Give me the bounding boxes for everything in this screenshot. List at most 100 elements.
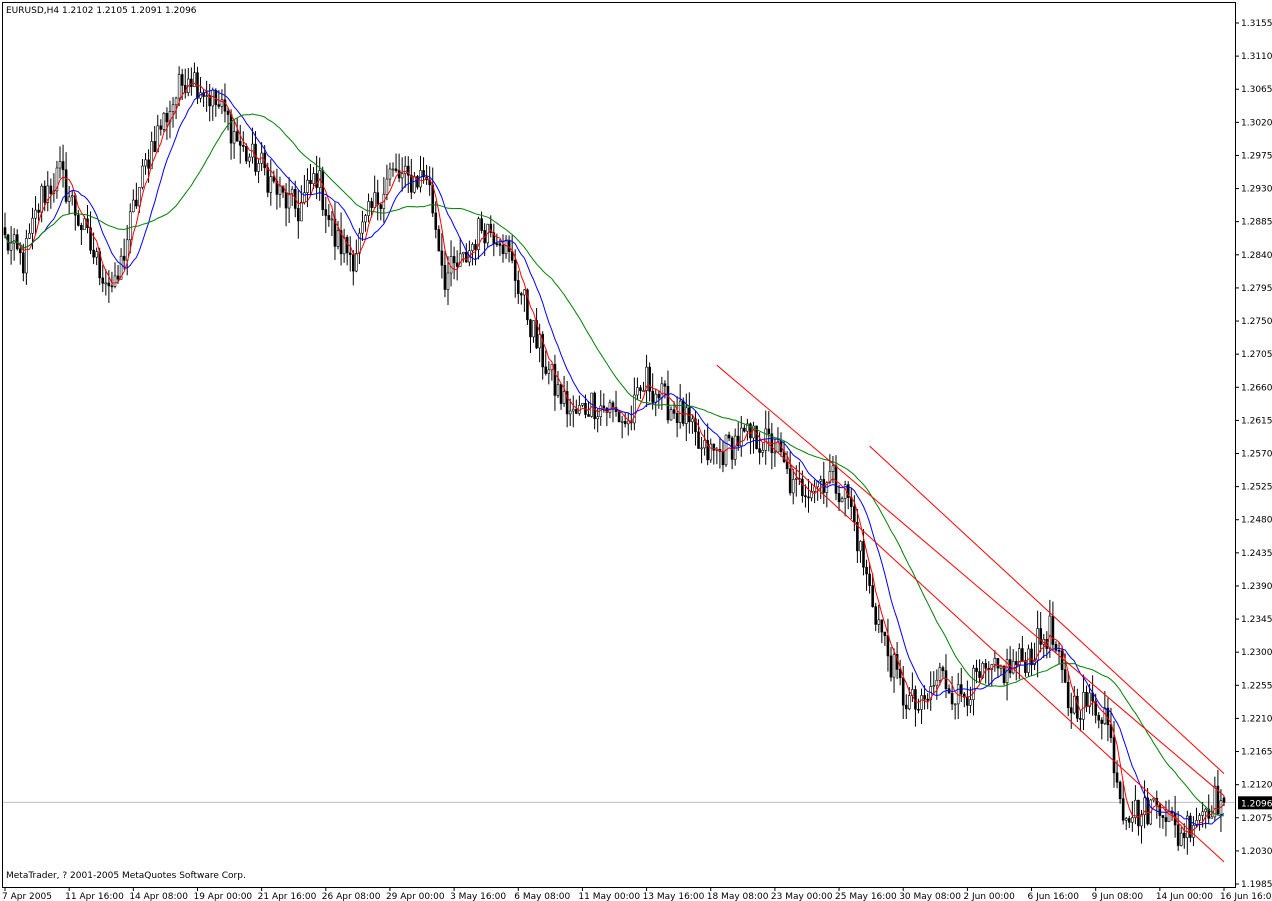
candle-body — [1210, 816, 1214, 819]
price-axis: 1.3155 1.3110 1.3065 1.3020 1.2975 1.2930 1.28… — [1235, 19, 1272, 890]
candle-body — [410, 174, 413, 193]
candle-body — [1100, 719, 1104, 724]
candle-body — [348, 252, 352, 255]
current-price-label: 1.2096 — [1238, 796, 1272, 810]
y-tick-label: 1.2210 — [1241, 714, 1272, 724]
y-tick-label: 1.2795 — [1241, 284, 1272, 294]
x-tick-label: 26 Apr 08:00 — [322, 892, 381, 901]
candle-body — [932, 685, 936, 687]
candle-body — [67, 196, 71, 202]
candle-body — [474, 244, 477, 250]
chart-window[interactable]: 1.3155 1.3110 1.3065 1.3020 1.2975 1.2930 1.28… — [0, 0, 1272, 901]
candle-body — [623, 421, 627, 425]
candle-body — [25, 238, 28, 274]
candle-body — [602, 405, 606, 409]
candle-body — [135, 199, 138, 207]
candle-body — [107, 282, 111, 287]
candle-body — [1201, 811, 1204, 816]
candle-body — [37, 209, 40, 213]
candle-body — [1176, 824, 1180, 846]
y-tick-label: 1.2120 — [1241, 781, 1272, 791]
y-tick-label: 1.2570 — [1241, 450, 1272, 460]
candle-body — [1198, 815, 1201, 821]
candle-body — [972, 667, 975, 701]
candle-body — [300, 201, 303, 222]
candle-body — [1066, 681, 1070, 708]
copyright-label: MetaTrader, ? 2001-2005 MetaQuotes Softw… — [6, 871, 246, 881]
candle-body — [379, 204, 383, 209]
candle — [437, 225, 441, 252]
candle-body — [40, 185, 43, 213]
candle-body — [205, 95, 208, 97]
candle-body — [1124, 818, 1128, 821]
candle-body — [709, 443, 713, 461]
candle-body — [859, 541, 862, 552]
candle-body — [626, 420, 630, 425]
x-tick-label: 9 Jun 08:00 — [1092, 892, 1144, 901]
y-tick-label: 1.2300 — [1241, 648, 1272, 658]
candle-body — [562, 391, 566, 404]
candle-body — [1085, 692, 1088, 707]
candle-body — [516, 280, 520, 294]
candle-body — [865, 566, 868, 575]
x-tick-label: 21 Apr 16:00 — [258, 892, 317, 901]
candle-body — [361, 221, 364, 234]
candle-body — [385, 178, 389, 195]
candle-body — [1063, 669, 1067, 683]
candle-body — [193, 72, 196, 87]
candle-body — [3, 227, 7, 236]
y-tick-label: 1.3065 — [1241, 85, 1272, 95]
candle-body — [678, 400, 682, 423]
candle-body — [697, 431, 700, 449]
candle-body — [248, 156, 251, 162]
candle-body — [171, 104, 175, 112]
candle-body — [712, 443, 716, 451]
x-tick-label: 23 May 00:00 — [771, 892, 833, 901]
candle-body — [568, 410, 572, 415]
y-tick-label: 1.2030 — [1241, 847, 1272, 857]
candle — [590, 392, 593, 418]
candle-body — [840, 498, 844, 503]
candle-body — [110, 285, 114, 288]
candle-body — [904, 704, 908, 710]
candle-body — [18, 248, 22, 254]
candle-body — [391, 168, 395, 171]
candle-body — [523, 289, 526, 296]
candle-body — [83, 218, 86, 231]
candle-body — [648, 366, 651, 392]
candle-body — [975, 667, 978, 672]
candle-body — [461, 251, 465, 255]
candle-body — [174, 97, 178, 106]
candle-body — [309, 179, 312, 185]
candle-body — [663, 383, 667, 387]
candle-body — [620, 421, 624, 423]
candle-body — [269, 176, 273, 193]
plot-area[interactable] — [2, 2, 1236, 888]
candle-body — [254, 143, 257, 172]
candle-body — [1103, 707, 1107, 724]
candle-body — [703, 440, 706, 449]
candle-body — [767, 428, 771, 435]
candle-body — [532, 320, 535, 338]
candle-body — [440, 250, 444, 266]
candle-body — [437, 229, 441, 252]
y-tick-label: 1.2345 — [1241, 615, 1272, 625]
candle-body — [923, 695, 926, 700]
y-tick-label: 1.2660 — [1241, 383, 1272, 393]
candle-body — [434, 212, 438, 230]
candle-body — [12, 234, 16, 244]
candle-body — [144, 159, 147, 167]
candle-body — [721, 451, 725, 466]
candle-body — [80, 225, 83, 231]
candle — [321, 166, 325, 216]
candle-body — [993, 657, 997, 665]
candle-body — [1164, 817, 1168, 822]
candlestick-chart[interactable]: 1.3155 1.3110 1.3065 1.3020 1.2975 1.2930 1.28… — [0, 0, 1272, 901]
candle-body — [581, 402, 584, 406]
y-tick-label: 1.2480 — [1241, 516, 1272, 526]
candle-body — [190, 78, 193, 87]
candle-body — [996, 657, 1000, 669]
y-tick-label: 1.2930 — [1241, 185, 1272, 195]
candle-body — [132, 199, 135, 213]
y-tick-label: 1.2975 — [1241, 151, 1272, 161]
